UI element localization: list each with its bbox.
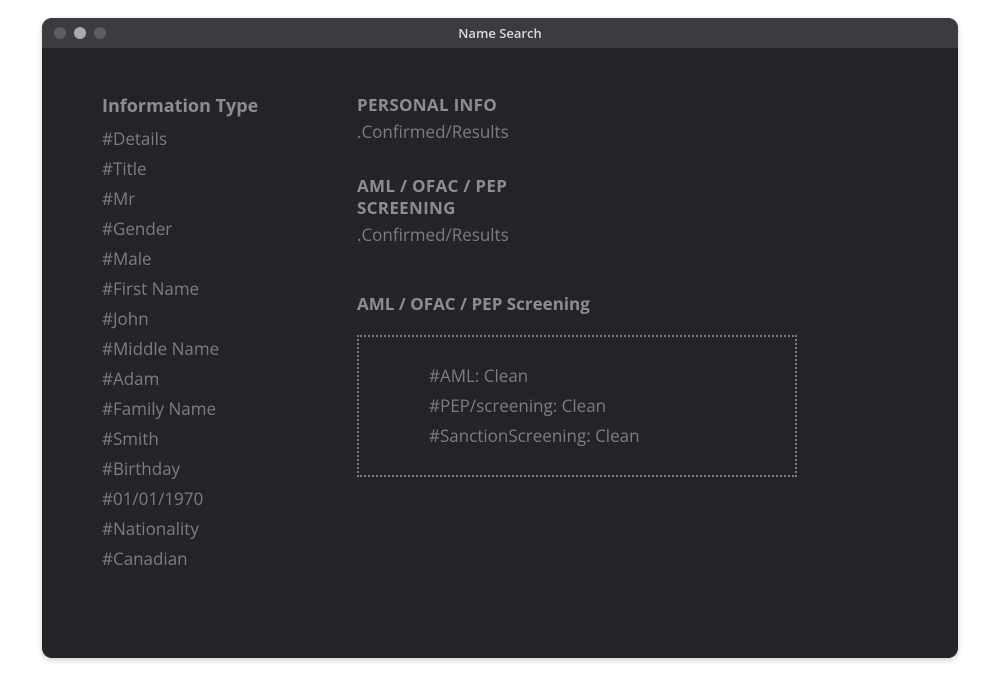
info-item-title-label: #Title	[102, 154, 317, 184]
screening-result-aml: #AML: Clean	[429, 361, 767, 391]
info-item-birthday-value: #01/01/1970	[102, 484, 317, 514]
aml-screening-heading-line2: SCREENING	[357, 197, 912, 219]
aml-screening-block: AML / OFAC / PEP SCREENING .Confirmed/Re…	[357, 175, 912, 246]
screening-result-sanction: #SanctionScreening: Clean	[429, 421, 767, 451]
personal-info-status: .Confirmed/Results	[357, 120, 912, 143]
info-item-gender-label: #Gender	[102, 214, 317, 244]
info-item-title-value: #Mr	[102, 184, 317, 214]
maximize-icon[interactable]	[94, 27, 106, 39]
personal-info-block: PERSONAL INFO .Confirmed/Results	[357, 94, 912, 143]
aml-screening-heading-line1: AML / OFAC / PEP	[357, 175, 912, 197]
information-type-heading: Information Type	[102, 94, 317, 118]
screening-results-box: #AML: Clean #PEP/screening: Clean #Sanct…	[357, 335, 797, 477]
content-area: Information Type #Details #Title #Mr #Ge…	[42, 48, 958, 574]
window-traffic-lights	[54, 27, 106, 39]
close-icon[interactable]	[54, 27, 66, 39]
info-item-gender-value: #Male	[102, 244, 317, 274]
screening-results-title: AML / OFAC / PEP Screening	[357, 292, 912, 315]
info-item-middle-name-label: #Middle Name	[102, 334, 317, 364]
window-titlebar: Name Search	[42, 18, 958, 48]
info-item-family-name-value: #Smith	[102, 424, 317, 454]
minimize-icon[interactable]	[74, 27, 86, 39]
aml-screening-status: .Confirmed/Results	[357, 223, 912, 246]
info-item-first-name-label: #First Name	[102, 274, 317, 304]
info-item-birthday-label: #Birthday	[102, 454, 317, 484]
results-panel: PERSONAL INFO .Confirmed/Results AML / O…	[357, 94, 912, 574]
info-item-nationality-label: #Nationality	[102, 514, 317, 544]
information-type-panel: Information Type #Details #Title #Mr #Ge…	[102, 94, 317, 574]
info-item-family-name-label: #Family Name	[102, 394, 317, 424]
info-item-details: #Details	[102, 124, 317, 154]
app-window: Name Search Information Type #Details #T…	[42, 18, 958, 658]
screening-result-pep: #PEP/screening: Clean	[429, 391, 767, 421]
personal-info-heading: PERSONAL INFO	[357, 94, 912, 116]
window-title: Name Search	[458, 24, 542, 42]
info-item-nationality-value: #Canadian	[102, 544, 317, 574]
info-item-middle-name-value: #Adam	[102, 364, 317, 394]
info-item-first-name-value: #John	[102, 304, 317, 334]
